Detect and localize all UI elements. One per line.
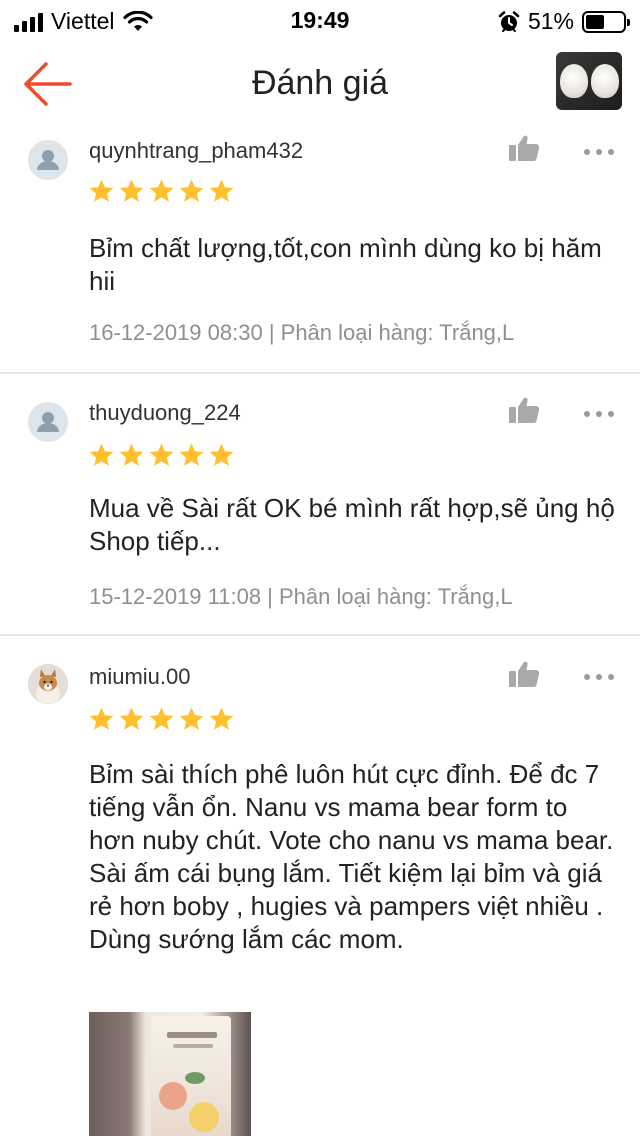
star-icon bbox=[179, 179, 204, 202]
thumbs-up-icon[interactable] bbox=[508, 134, 540, 162]
status-bar-right: 51% bbox=[498, 8, 630, 35]
user-avatar[interactable] bbox=[28, 664, 68, 704]
bag-flower-mark bbox=[159, 1082, 187, 1110]
star-icon bbox=[89, 179, 114, 202]
status-bar: Viettel 19:49 51% bbox=[0, 0, 640, 40]
review-item: thuyduong_224 Mua về Sài rất OK bé mình … bbox=[0, 374, 640, 636]
nav-header: Đánh giá bbox=[0, 40, 640, 128]
star-icon bbox=[89, 707, 114, 730]
review-text: Mua về Sài rất OK bé mình rất hợp,sẽ ủng… bbox=[89, 493, 615, 556]
review-meta: 15-12-2019 11:08 | Phân loại hàng: Trắng… bbox=[89, 584, 513, 609]
thumbs-up-icon[interactable] bbox=[508, 660, 540, 688]
star-icon bbox=[89, 443, 114, 466]
user-silhouette-icon bbox=[37, 412, 59, 432]
star-icon bbox=[179, 707, 204, 730]
star-rating bbox=[88, 178, 235, 205]
user-silhouette-icon bbox=[37, 150, 59, 170]
review-meta: 16-12-2019 08:30 | Phân loại hàng: Trắng… bbox=[89, 320, 515, 345]
alarm-clock-icon bbox=[498, 10, 520, 32]
star-icon bbox=[119, 443, 144, 466]
review-username[interactable]: thuyduong_224 bbox=[89, 400, 241, 426]
star-icon bbox=[179, 443, 204, 466]
page-title: Đánh giá bbox=[251, 64, 389, 102]
bag-leaf-mark bbox=[185, 1072, 205, 1084]
star-icon bbox=[149, 707, 174, 730]
product-pad-image bbox=[559, 64, 588, 98]
star-rating bbox=[88, 706, 235, 733]
more-options-icon[interactable] bbox=[584, 411, 614, 417]
bag-label-mark bbox=[167, 1032, 217, 1038]
more-options-icon[interactable] bbox=[584, 674, 614, 680]
review-item: quynhtrang_pham432 Bỉm chất lượng,tốt,co… bbox=[0, 128, 640, 374]
review-photo[interactable] bbox=[89, 1012, 251, 1136]
review-item: miumiu.00 Bỉm sài thích phê luôn hút cực… bbox=[0, 636, 640, 1136]
bag-label-mark bbox=[173, 1044, 213, 1048]
battery-level-fill bbox=[586, 14, 605, 29]
product-pad-image bbox=[590, 64, 619, 98]
more-options-icon[interactable] bbox=[584, 149, 614, 155]
user-avatar[interactable] bbox=[28, 402, 68, 442]
star-icon bbox=[209, 443, 234, 466]
product-thumbnail[interactable] bbox=[556, 52, 622, 110]
bag-flower-mark bbox=[189, 1102, 219, 1132]
star-icon bbox=[209, 179, 234, 202]
review-username[interactable]: miumiu.00 bbox=[89, 664, 190, 690]
dog-photo-avatar-icon bbox=[28, 664, 68, 704]
star-icon bbox=[119, 179, 144, 202]
star-rating bbox=[88, 442, 235, 469]
user-avatar[interactable] bbox=[28, 140, 68, 180]
star-icon bbox=[149, 443, 174, 466]
battery-icon bbox=[582, 10, 630, 33]
star-icon bbox=[209, 707, 234, 730]
star-icon bbox=[149, 179, 174, 202]
thumbs-up-icon[interactable] bbox=[508, 396, 540, 424]
review-text: Bỉm chất lượng,tốt,con mình dùng ko bị h… bbox=[89, 233, 602, 296]
star-icon bbox=[119, 707, 144, 730]
review-username[interactable]: quynhtrang_pham432 bbox=[89, 138, 303, 164]
battery-percent: 51% bbox=[527, 8, 574, 34]
review-text: Bỉm sài thích phê luôn hút cực đỉnh. Để … bbox=[89, 759, 614, 954]
